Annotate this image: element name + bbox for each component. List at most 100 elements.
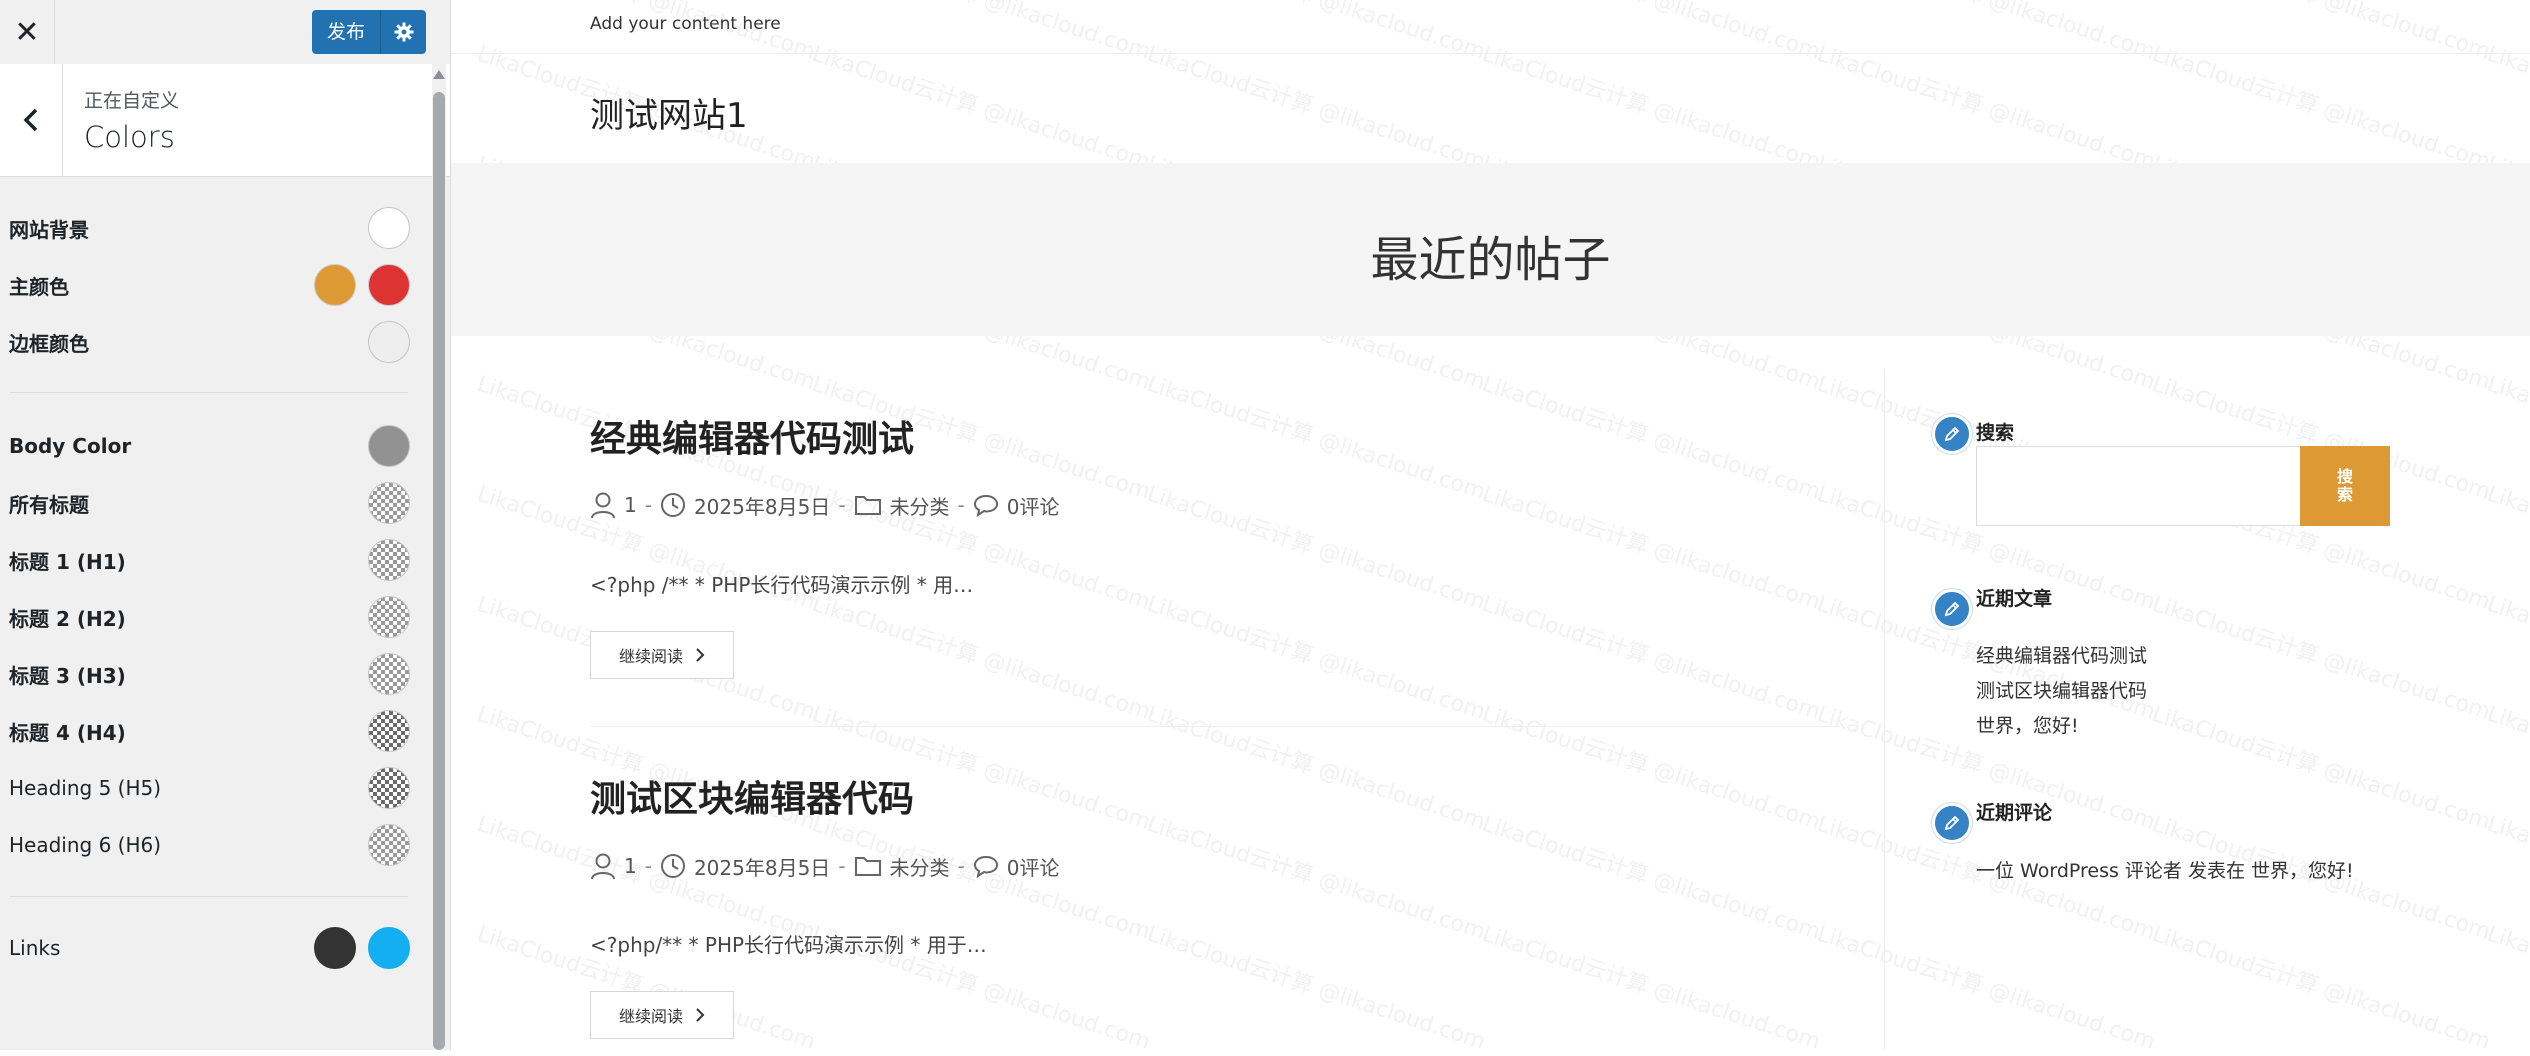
control-label: Heading 6 (H6) (9, 833, 162, 857)
customizing-label: 正在自定义 (84, 90, 180, 112)
post-meta: 1 - 2025年8月5日 - 未分类 - 0评论 (590, 851, 1059, 881)
topbar-text: Add your content here (590, 14, 781, 34)
recent-post-link[interactable]: 测试区块编辑器代码 (1976, 676, 2147, 703)
search-submit-label: 搜索 (2336, 467, 2353, 504)
close-button[interactable]: ✕ (0, 0, 55, 64)
color-swatch[interactable] (368, 539, 410, 581)
divider (10, 896, 408, 897)
widget-title-recent-posts: 近期文章 (1976, 588, 2053, 610)
meta-separator: - (838, 493, 846, 517)
control-site-background: 网站背景 (0, 203, 420, 253)
close-icon: ✕ (14, 14, 40, 50)
edit-shortcut-button[interactable] (1932, 589, 1972, 629)
edit-shortcut-button[interactable] (1932, 414, 1972, 454)
post-comments[interactable]: 0评论 (1007, 852, 1060, 881)
control-label: 标题 2 (H2) (9, 606, 126, 631)
section-header: 正在自定义 Colors (0, 64, 450, 177)
site-title[interactable]: 测试网站1 (590, 88, 748, 137)
user-icon (591, 492, 615, 519)
recent-post-link[interactable]: 世界，您好! (1976, 711, 2079, 738)
color-swatch[interactable] (368, 824, 410, 866)
post-excerpt: <?php /** * PHP长行代码演示示例 * 用… (590, 573, 974, 597)
recent-post-link[interactable]: 经典编辑器代码测试 (1976, 641, 2147, 668)
read-more-label: 继续阅读 (618, 1007, 683, 1026)
content-sidebar-divider (1884, 370, 1885, 1050)
color-swatch[interactable] (368, 207, 410, 249)
read-more-button[interactable]: 继续阅读 (590, 991, 734, 1039)
control-label: Body Color (9, 434, 132, 458)
color-swatch[interactable] (368, 321, 410, 363)
meta-separator: - (957, 854, 965, 878)
chevron-left-icon (23, 108, 38, 132)
control-h1: 标题 1 (H1) (0, 535, 420, 585)
post-author[interactable]: 1 (624, 493, 637, 517)
folder-icon (854, 496, 881, 515)
meta-separator: - (838, 854, 846, 878)
read-more-button[interactable]: 继续阅读 (590, 631, 734, 679)
color-swatch[interactable] (314, 927, 356, 969)
publish-button[interactable]: 发布 (312, 10, 381, 54)
color-swatch[interactable] (368, 767, 410, 809)
scroll-up-arrow-icon[interactable] (432, 66, 446, 84)
chevron-right-icon (696, 648, 705, 662)
post-meta: 1 - 2025年8月5日 - 未分类 - 0评论 (590, 490, 1059, 520)
edit-shortcut-button[interactable] (1932, 803, 1972, 843)
control-h6: Heading 6 (H6) (0, 820, 420, 870)
widget-title-recent-comments: 近期评论 (1976, 802, 2053, 824)
control-label: Heading 5 (H5) (9, 776, 162, 800)
gear-icon (394, 22, 413, 42)
color-swatch[interactable] (368, 596, 410, 638)
post-category[interactable]: 未分类 (890, 491, 950, 520)
customizer-sidebar: ✕ 发布 正在自定义 Colors 网站背景 主颜色 边框颜色 Body Col… (0, 0, 451, 1050)
scrollbar-thumb[interactable] (433, 92, 445, 1050)
customizer-header: ✕ 发布 (0, 0, 450, 65)
control-primary-color: 主颜色 (0, 260, 420, 310)
pencil-icon (1944, 601, 1960, 617)
read-more-label: 继续阅读 (618, 647, 683, 666)
meta-separator: - (644, 854, 652, 878)
control-label: 标题 1 (H1) (9, 549, 126, 574)
meta-separator: - (957, 493, 965, 517)
control-h2: 标题 2 (H2) (0, 592, 420, 642)
color-swatch[interactable] (368, 425, 410, 467)
folder-icon (854, 857, 881, 876)
pencil-icon (1944, 815, 1960, 831)
control-h4: 标题 4 (H4) (0, 706, 420, 756)
publish-settings-button[interactable] (381, 10, 426, 54)
color-swatch[interactable] (368, 710, 410, 752)
control-border-color: 边框颜色 (0, 317, 420, 367)
post-title[interactable]: 经典编辑器代码测试 (590, 410, 914, 462)
user-icon (591, 853, 615, 880)
post-title[interactable]: 测试区块编辑器代码 (590, 770, 914, 822)
topbar-divider (451, 53, 2530, 54)
clock-icon (660, 493, 685, 517)
post-excerpt: <?php/** * PHP长行代码演示示例 * 用于… (590, 933, 987, 957)
color-swatch[interactable] (368, 482, 410, 524)
color-swatch[interactable] (368, 653, 410, 695)
clock-icon (660, 854, 685, 878)
back-button[interactable] (0, 64, 63, 176)
post-divider (590, 726, 1840, 727)
post-author[interactable]: 1 (624, 854, 637, 878)
widget-title-search: 搜索 (1976, 422, 2015, 444)
control-all-headings: 所有标题 (0, 478, 420, 528)
post-date: 2025年8月5日 (693, 494, 831, 519)
control-body-color: Body Color (0, 421, 420, 471)
control-links: Links (0, 923, 420, 973)
post-comments[interactable]: 0评论 (1007, 491, 1060, 520)
color-swatch[interactable] (314, 264, 356, 306)
control-label: 所有标题 (9, 492, 89, 517)
meta-separator: - (644, 493, 652, 517)
recent-comment-item[interactable]: 一位 WordPress 评论者 发表在 世界，您好! (1976, 856, 2354, 883)
control-label: 网站背景 (9, 217, 89, 242)
control-label: Links (9, 936, 61, 960)
comment-icon (973, 494, 998, 517)
section-title: Colors (84, 120, 175, 154)
color-swatch-hover[interactable] (368, 264, 410, 306)
comment-icon (973, 855, 998, 878)
color-swatch-hover[interactable] (368, 927, 410, 969)
search-submit-button[interactable]: 搜索 (2300, 446, 2390, 526)
post-category[interactable]: 未分类 (890, 852, 950, 881)
search-input[interactable] (1976, 446, 2301, 526)
control-label: 标题 4 (H4) (9, 720, 126, 745)
